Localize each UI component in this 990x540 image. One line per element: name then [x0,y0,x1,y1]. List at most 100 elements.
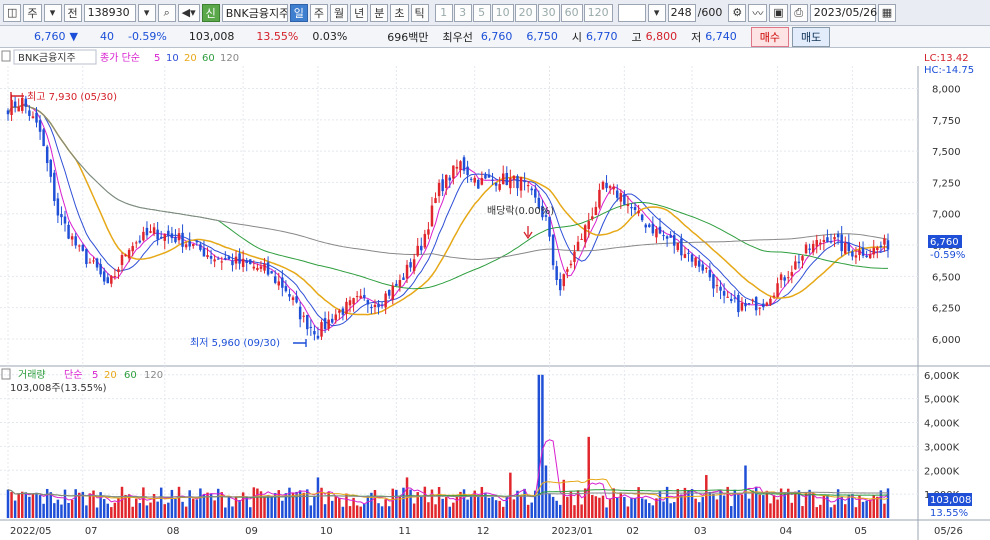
interval-tab[interactable]: 120 [583,3,613,22]
volume-bar [334,496,338,518]
candle-body [74,236,77,246]
candle-body [480,178,484,185]
volume-bar [537,374,541,518]
candle-body [672,235,676,246]
volume-bar [427,502,430,518]
interval-tab[interactable]: 30 [537,3,560,22]
interval-tab[interactable]: 60 [560,3,583,22]
interval-dropdown-icon[interactable]: ▾ [647,3,666,22]
volume-bar [102,499,106,518]
candle-body [21,97,24,111]
buy-button[interactable]: 매수 [750,26,790,47]
candle-body [466,166,469,175]
candle-body [726,296,729,298]
count-input[interactable]: 248 [667,3,696,22]
volume-bar [512,499,516,518]
candle-body [858,249,861,255]
volume-bar [366,495,370,518]
stock-chart[interactable]: 8,0007,7507,5007,2507,0006,7506,5006,250… [0,48,990,540]
candle-body [106,277,109,284]
candle-body [402,277,405,280]
price-change: 40 [99,30,114,43]
print-icon[interactable]: ⎙ [789,3,808,22]
new-badge[interactable]: 신 [201,3,220,22]
calendar-icon[interactable]: ▦ [877,3,897,22]
vol-ma5-label: 5 [92,370,98,381]
period-tab[interactable]: 초 [390,3,409,22]
dropdown-icon[interactable]: ▾ [43,3,62,22]
search-icon[interactable]: ⌕ [157,3,176,22]
candle-body [199,244,202,250]
volume-bar [516,490,519,518]
time-tick-label: 08 [167,526,180,537]
candle-body [181,232,184,247]
period-tab[interactable]: 분 [370,3,389,22]
candle-body [737,294,740,313]
candle-body [420,245,423,251]
volume-bar [345,493,348,518]
volume-bar [469,495,473,518]
vol-ma20-label: 20 [104,370,117,381]
indicator-icon[interactable]: 〰 [748,3,768,22]
period-tab[interactable]: 틱 [410,3,429,22]
candle-body [819,242,822,245]
interval-tab[interactable]: 3 [453,3,472,22]
candle-body [159,236,163,238]
volume-bar [434,504,437,518]
code-dropdown-icon[interactable]: ▾ [137,3,156,22]
volume-bar [694,498,697,518]
interval-tab[interactable]: 20 [514,3,537,22]
period-tab[interactable]: 주 [309,3,329,22]
candle-body [434,198,437,203]
volume-bar [551,496,555,518]
speaker-icon[interactable]: ◀▾ [177,3,200,22]
volume-bar [138,503,142,518]
layout-icon[interactable]: ◫ [3,3,22,22]
period-select[interactable]: 주 [23,3,42,22]
volume-bar [167,502,170,518]
candle-body [363,295,366,298]
volume-bar [266,495,270,518]
candle-body [519,177,523,191]
period-tab[interactable]: 년 [350,3,369,22]
interval-tab[interactable]: 5 [472,3,491,22]
hc-label: HC:-14.75 [924,65,974,76]
period-tab[interactable]: 월 [330,3,349,22]
interval-input[interactable] [617,3,646,22]
current-price: 6,760 [34,30,66,43]
volume-bar [156,501,159,518]
candle-body [648,224,651,227]
interval-tab[interactable]: 10 [491,3,514,22]
candle-body [156,229,159,240]
candle-body [680,238,683,256]
volume-bar [608,498,612,518]
candle-body [45,146,49,164]
candle-body [131,246,134,252]
candle-body [99,264,102,275]
candle-body [637,210,640,214]
volume-bar [355,505,359,518]
open-price: 6,770 [586,30,618,43]
save-icon[interactable]: ▣ [769,3,788,22]
candle-body [876,247,879,251]
volume-value-label: 103,008주(13.55%) [10,383,107,394]
candle-body [206,255,209,258]
candle-body [60,214,63,218]
stock-code-input[interactable]: 138930 [83,3,136,22]
sell-button[interactable]: 매도 [792,26,831,47]
interval-tab[interactable]: 1 [434,3,453,22]
volume-bar [840,496,843,518]
period-tab[interactable]: 일 [289,3,308,22]
period-tabs: 일주월년분초틱 [289,3,429,22]
settings-icon[interactable]: ⚙ [728,3,747,22]
candle-body [804,244,808,254]
candle-body [605,182,608,189]
date-input[interactable]: 2023/05/26 [809,3,877,22]
volume-bar [142,487,145,518]
volume-bar [88,493,92,518]
prev-button[interactable]: 전 [63,3,82,22]
volume-bar [444,497,448,518]
price-tick-label: 7,500 [932,147,961,158]
volume-bar [594,496,598,518]
volume-bar [85,505,88,518]
